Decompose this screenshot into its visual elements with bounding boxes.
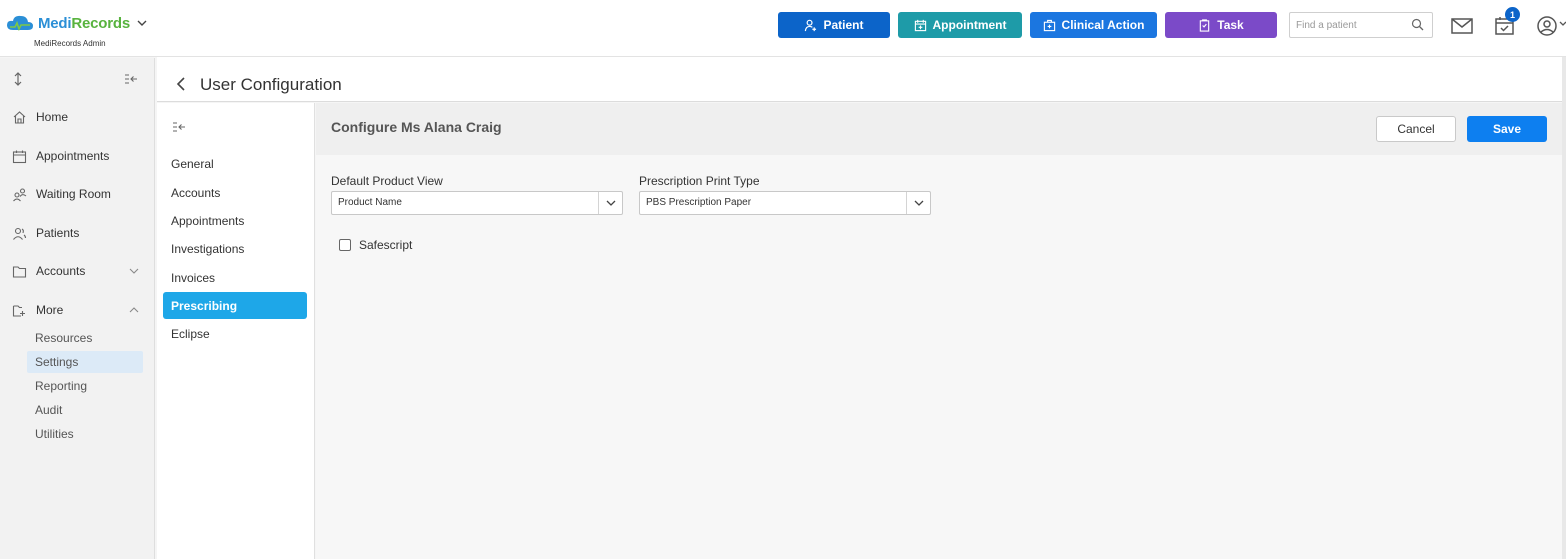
clinical-action-label: Clinical Action (1061, 18, 1145, 32)
brand-subtitle: MediRecords Admin (34, 39, 106, 48)
safescript-label: Safescript (359, 238, 413, 252)
default-product-view-value: Product Name (338, 197, 402, 208)
sidebar-subitem-resources[interactable]: Resources (27, 327, 143, 349)
user-account-icon[interactable] (1535, 14, 1559, 38)
vertical-scrollbar[interactable] (1562, 57, 1566, 559)
safescript-checkbox[interactable] (339, 239, 351, 251)
sidebar-item-label: More (36, 303, 64, 317)
subnav-item-prescribing[interactable]: Prescribing (163, 292, 307, 319)
save-button[interactable]: Save (1467, 116, 1547, 142)
patients-icon (13, 227, 27, 240)
default-product-view-select[interactable]: Product Name (331, 191, 623, 215)
subnav-item-appointments[interactable]: Appointments (163, 207, 307, 234)
add-person-icon (805, 19, 817, 31)
main-sidebar: Home Appointments Waiting Room Patients … (0, 58, 155, 559)
sidebar-item-label: Patients (36, 226, 80, 240)
sidebar-item-label: Waiting Room (36, 187, 111, 201)
prescription-print-type-label: Prescription Print Type (639, 174, 760, 188)
sidebar-item-label: Accounts (36, 264, 86, 278)
sidebar-item-label: Appointments (36, 149, 110, 163)
page-title: User Configuration (200, 75, 342, 94)
prescribing-form: Default Product View Product Name Prescr… (316, 155, 1562, 559)
top-bar: MediRecords MediRecords Admin Patient Ap… (0, 0, 1566, 57)
subnav-item-accounts[interactable]: Accounts (163, 179, 307, 206)
sidebar-subitem-utilities[interactable]: Utilities (27, 423, 143, 445)
content-header: Configure Ms Alana Craig Cancel Save (316, 103, 1562, 155)
sidebar-item-label: Home (36, 110, 69, 124)
search-icon[interactable] (1411, 18, 1424, 31)
chevron-up-icon (129, 307, 139, 313)
sidebar-item-waiting-room[interactable]: Waiting Room (0, 180, 155, 208)
safescript-option[interactable]: Safescript (339, 238, 412, 252)
folder-plus-icon (12, 304, 25, 317)
new-appointment-label: Appointment (932, 18, 1007, 32)
subnav-item-investigations[interactable]: Investigations (163, 235, 307, 262)
new-task-button[interactable]: Task (1165, 12, 1277, 38)
brand-name: MediRecords (38, 14, 130, 32)
chevron-down-icon[interactable] (1559, 20, 1566, 28)
select-divider (906, 192, 907, 214)
new-patient-label: Patient (823, 18, 864, 32)
sidebar-subitem-audit[interactable]: Audit (27, 399, 143, 421)
patient-search-input[interactable] (1290, 13, 1405, 37)
select-divider (598, 192, 599, 214)
sidebar-item-home[interactable]: Home (0, 103, 155, 131)
medical-bag-icon (1043, 19, 1055, 31)
home-icon (13, 110, 26, 124)
mail-icon[interactable] (1450, 14, 1474, 38)
settings-subnav: General Accounts Appointments Investigat… (157, 103, 315, 559)
new-appointment-button[interactable]: Appointment (898, 12, 1022, 38)
cloud-logo-icon (7, 15, 33, 32)
new-patient-button[interactable]: Patient (778, 12, 890, 38)
clinical-action-button[interactable]: Clinical Action (1030, 12, 1157, 38)
reorder-arrows-icon[interactable] (13, 72, 23, 86)
prescription-print-type-value: PBS Prescription Paper (646, 197, 752, 208)
sidebar-item-appointments[interactable]: Appointments (0, 142, 155, 170)
back-arrow-icon[interactable] (176, 77, 186, 91)
subnav-item-general[interactable]: General (163, 150, 307, 177)
notification-badge: 1 (1505, 7, 1520, 22)
page-header: User Configuration (157, 57, 1562, 102)
chevron-down-icon (129, 268, 139, 274)
new-task-label: Task (1217, 18, 1244, 32)
subnav-item-invoices[interactable]: Invoices (163, 264, 307, 291)
subnav-item-eclipse[interactable]: Eclipse (163, 320, 307, 347)
chevron-down-icon[interactable] (137, 18, 147, 28)
content-title: Configure Ms Alana Craig (331, 119, 502, 135)
default-product-view-label: Default Product View (331, 174, 443, 188)
collapse-subnav-icon[interactable] (172, 121, 186, 133)
chevron-down-icon (914, 200, 924, 206)
prescription-print-type-select[interactable]: PBS Prescription Paper (639, 191, 931, 215)
brand-logo[interactable]: MediRecords (6, 14, 147, 32)
collapse-sidebar-icon[interactable] (124, 73, 138, 85)
calendar-plus-icon (914, 19, 926, 31)
chevron-down-icon (606, 200, 616, 206)
calendar-icon (12, 150, 27, 163)
sidebar-item-more[interactable]: More (0, 296, 155, 324)
patient-search (1289, 12, 1433, 38)
clipboard-icon (1200, 18, 1210, 32)
sidebar-item-accounts[interactable]: Accounts (0, 257, 155, 285)
sidebar-subitem-settings[interactable]: Settings (27, 351, 143, 373)
waiting-room-icon (13, 187, 27, 201)
sidebar-toolbar (0, 58, 155, 100)
sidebar-subitem-reporting[interactable]: Reporting (27, 375, 143, 397)
folder-icon (12, 265, 27, 278)
cancel-button[interactable]: Cancel (1376, 116, 1456, 142)
sidebar-item-patients[interactable]: Patients (0, 219, 155, 247)
